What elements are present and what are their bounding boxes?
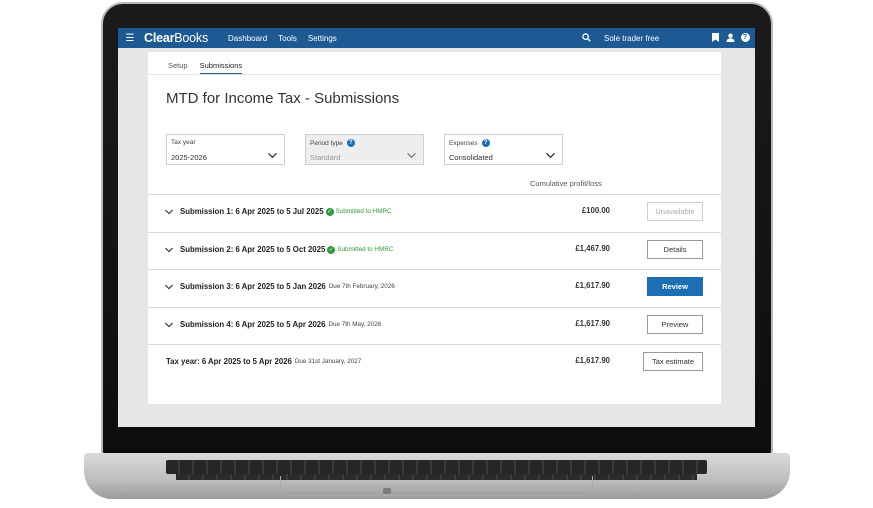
help-icon[interactable]: ? — [346, 139, 355, 147]
preview-button[interactable]: Preview — [647, 315, 703, 334]
tax-year-title-row: Tax year: 6 Apr 2025 to 5 Apr 2026 Due 3… — [166, 357, 361, 366]
tab-divider — [148, 74, 721, 75]
top-navbar: ☰ ClearBooks Dashboard Tools Settings So… — [118, 28, 755, 48]
period-type-select[interactable]: Period type ? Standard — [305, 134, 424, 165]
search-icon[interactable] — [582, 33, 591, 42]
period-type-label: Period type — [310, 139, 343, 147]
check-circle-icon: ✓ — [327, 245, 336, 254]
submission-title-row: Submission 3: 6 Apr 2025 to 5 Jan 2026 D… — [180, 282, 395, 291]
due-date: Due 7th May, 2026 — [328, 321, 382, 328]
top-right-icons: ? — [710, 32, 750, 43]
tax-estimate-button[interactable]: Tax estimate — [643, 352, 703, 371]
tax-year-row: Tax year: 6 Apr 2025 to 5 Apr 2026 Due 3… — [148, 344, 721, 382]
unavailable-button[interactable]: Unavailable — [647, 202, 703, 221]
due-date: Due 31st January, 2027 — [294, 358, 362, 365]
status-badge: ✓ Submitted to HMRC — [327, 245, 394, 254]
chevron-down-icon[interactable] — [165, 209, 173, 215]
submission-title-row: Submission 2: 6 Apr 2025 to 5 Oct 2025 ✓… — [180, 245, 393, 254]
expenses-value: Consolidated — [449, 153, 493, 162]
submission-row: Submission 3: 6 Apr 2025 to 5 Jan 2026 D… — [148, 269, 721, 307]
submission-title-row: Submission 1: 6 Apr 2025 to 5 Jul 2025 ✓… — [180, 207, 392, 216]
tab-bar: Setup Submissions — [168, 61, 254, 75]
chevron-down-icon — [407, 152, 416, 159]
laptop-trackpad — [280, 476, 593, 496]
help-icon[interactable]: ? — [740, 32, 750, 43]
expenses-label-row: Expenses ? — [449, 139, 490, 147]
status-text: Submitted to HMRC — [335, 208, 392, 215]
status-badge: ✓ Submitted to HMRC — [325, 207, 392, 216]
cumulative-profit-header: Cumulative profit/loss — [530, 179, 602, 188]
chevron-down-icon[interactable] — [165, 284, 173, 290]
bookmark-icon[interactable] — [710, 32, 720, 43]
tax-year-value: 2025-2026 — [171, 153, 207, 162]
page-title: MTD for Income Tax - Submissions — [166, 90, 400, 107]
nav-settings[interactable]: Settings — [308, 34, 337, 43]
profit-amount: £1,617.90 — [575, 356, 610, 365]
user-icon[interactable] — [725, 32, 735, 43]
profit-amount: £1,467.90 — [575, 244, 610, 253]
chevron-down-icon — [268, 152, 277, 159]
submission-title: Submission 1: 6 Apr 2025 to 5 Jul 2025 — [180, 207, 324, 216]
nav-tools[interactable]: Tools — [278, 34, 297, 43]
profit-amount: £100.00 — [581, 206, 610, 215]
tab-setup[interactable]: Setup — [168, 61, 188, 75]
nav-dashboard[interactable]: Dashboard — [228, 34, 267, 43]
submission-row: Submission 2: 6 Apr 2025 to 5 Oct 2025 ✓… — [148, 232, 721, 270]
chevron-down-icon — [546, 152, 555, 159]
profit-amount: £1,617.90 — [575, 281, 610, 290]
review-button[interactable]: Review — [647, 277, 703, 296]
plan-label[interactable]: Sole trader free — [604, 34, 659, 43]
submission-row: Submission 4: 6 Apr 2025 to 5 Apr 2026 D… — [148, 307, 721, 345]
content-panel: Setup Submissions MTD for Income Tax - S… — [148, 52, 721, 404]
due-date: Due 7th February, 2026 — [328, 283, 395, 290]
laptop-notch — [383, 488, 391, 494]
expenses-select[interactable]: Expenses ? Consolidated — [444, 134, 563, 165]
submission-title: Submission 2: 6 Apr 2025 to 5 Oct 2025 — [180, 245, 326, 254]
expenses-label: Expenses — [449, 139, 478, 147]
screen: ☰ ClearBooks Dashboard Tools Settings So… — [118, 28, 755, 427]
check-circle-icon: ✓ — [325, 207, 334, 216]
brand-logo[interactable]: ClearBooks — [144, 31, 208, 45]
tax-year-title: Tax year: 6 Apr 2025 to 5 Apr 2026 — [166, 357, 292, 366]
submission-title-row: Submission 4: 6 Apr 2025 to 5 Apr 2026 D… — [180, 320, 381, 329]
submission-title: Submission 3: 6 Apr 2025 to 5 Jan 2026 — [180, 282, 326, 291]
profit-amount: £1,617.90 — [575, 319, 610, 328]
tax-year-select[interactable]: Tax year 2025-2026 — [166, 134, 285, 165]
details-button[interactable]: Details — [647, 240, 703, 259]
tab-submissions[interactable]: Submissions — [199, 61, 243, 75]
menu-icon[interactable]: ☰ — [122, 33, 138, 44]
period-type-label-row: Period type ? — [310, 139, 355, 147]
help-icon[interactable]: ? — [481, 139, 490, 147]
period-type-value: Standard — [310, 153, 341, 162]
submission-row: Submission 1: 6 Apr 2025 to 5 Jul 2025 ✓… — [148, 194, 721, 232]
chevron-down-icon[interactable] — [165, 322, 173, 328]
chevron-down-icon[interactable] — [165, 247, 173, 253]
tax-year-label: Tax year — [171, 139, 196, 146]
status-text: Submitted to HMRC — [337, 246, 394, 253]
submission-title: Submission 4: 6 Apr 2025 to 5 Apr 2026 — [180, 320, 326, 329]
laptop-keyboard — [166, 460, 707, 474]
